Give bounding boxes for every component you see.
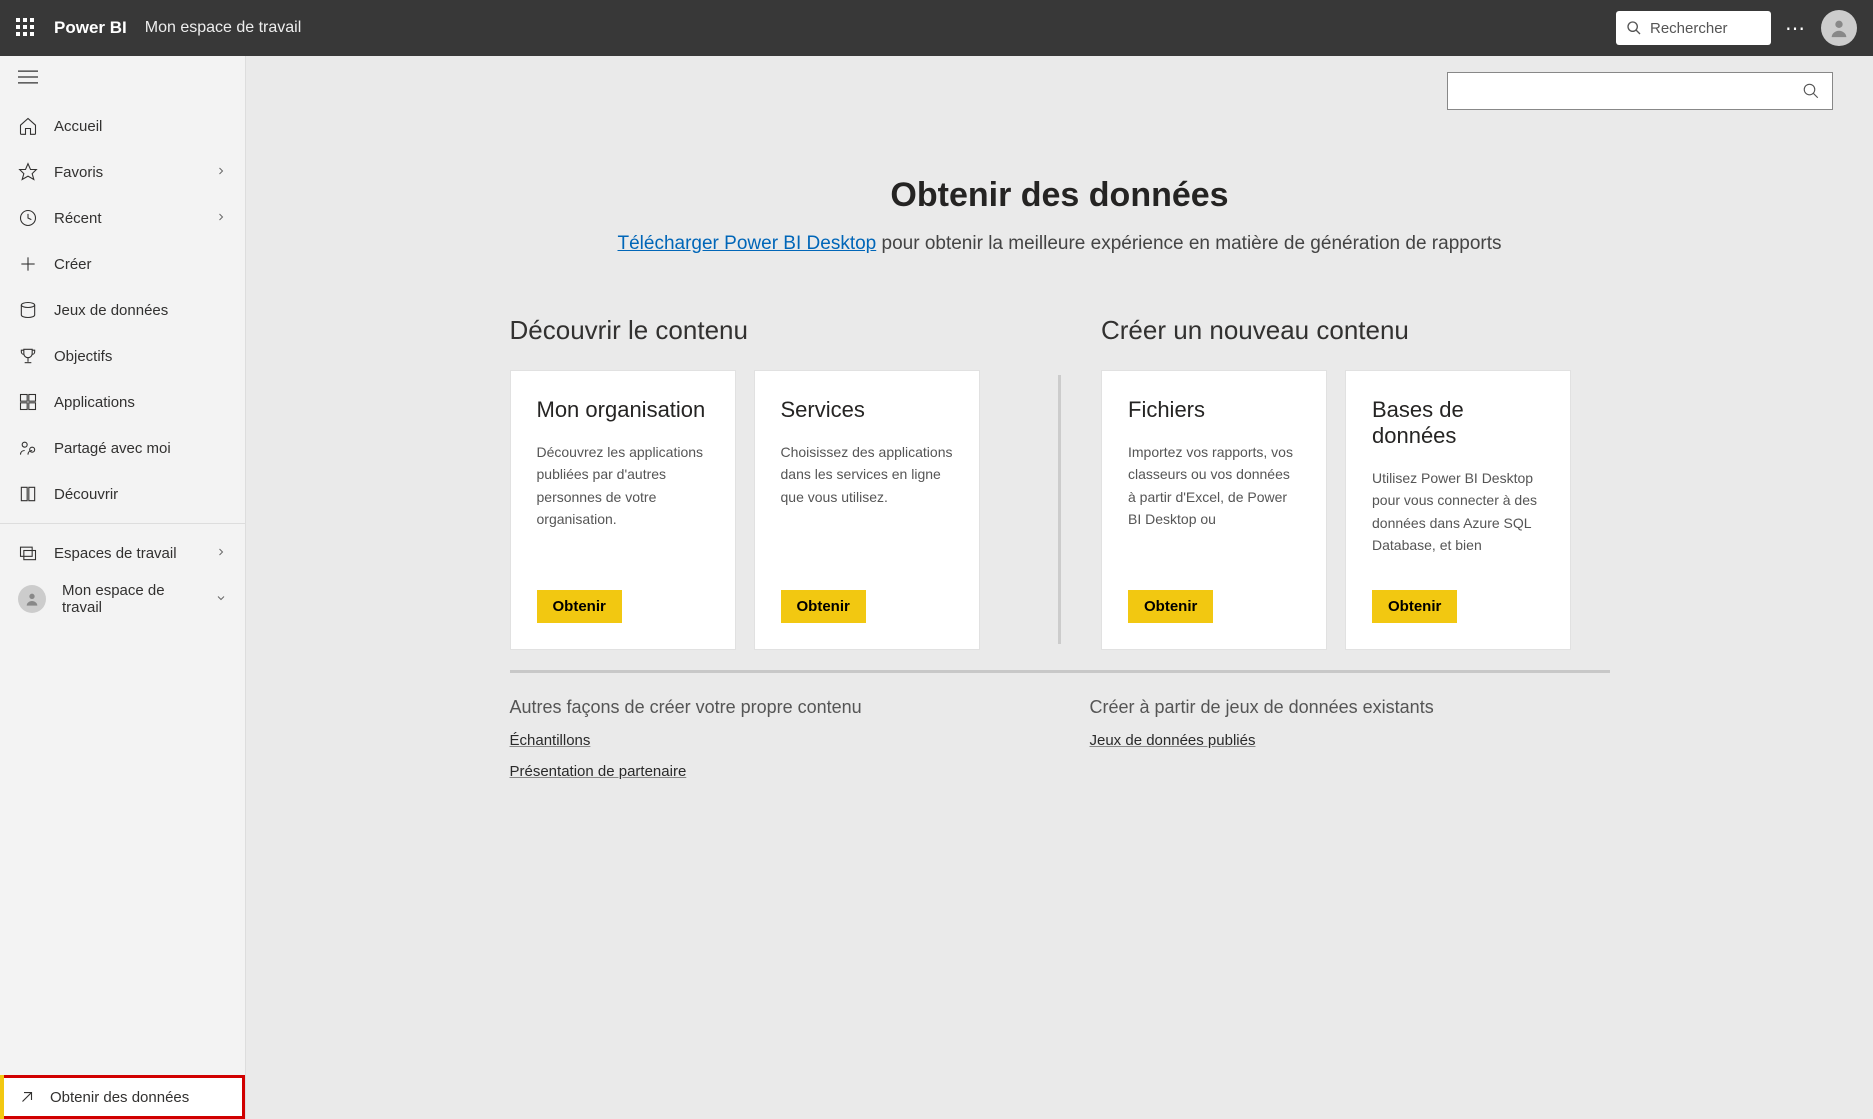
get-button[interactable]: Obtenir (1372, 590, 1457, 623)
sidebar-item-label: Obtenir des données (50, 1089, 189, 1106)
card-files: Fichiers Importez vos rapports, vos clas… (1101, 370, 1327, 650)
apps-icon (18, 392, 38, 412)
card-desc: Importez vos rapports, vos classeurs ou … (1128, 441, 1300, 570)
sidebar-item-label: Espaces de travail (54, 545, 177, 562)
section-divider (1058, 375, 1061, 644)
divider (510, 670, 1610, 673)
person-icon (1828, 17, 1850, 39)
divider (0, 523, 245, 524)
search-icon (1626, 20, 1642, 36)
arrow-up-right-icon (18, 1088, 36, 1106)
link-published-datasets[interactable]: Jeux de données publiés (1090, 732, 1610, 749)
workspace-avatar-icon (18, 585, 46, 613)
sidebar-item-label: Objectifs (54, 348, 112, 365)
chevron-down-icon (215, 591, 227, 608)
card-title: Bases de données (1372, 397, 1544, 449)
bottom-heading: Créer à partir de jeux de données exista… (1090, 697, 1610, 718)
discover-section-title: Découvrir le contenu (510, 315, 1019, 346)
create-section: Créer un nouveau contenu Fichiers Import… (1101, 315, 1610, 650)
sidebar: Accueil Favoris Récent Créer Jeux de don… (0, 56, 246, 1119)
header-left: Power BI Mon espace de travail (16, 18, 301, 38)
card-title: Fichiers (1128, 397, 1300, 423)
bottom-col-right: Créer à partir de jeux de données exista… (1090, 697, 1610, 794)
sidebar-item-label: Partagé avec moi (54, 440, 171, 457)
sidebar-item-label: Mon espace de travail (62, 582, 199, 616)
sidebar-item-label: Découvrir (54, 486, 118, 503)
trophy-icon (18, 346, 38, 366)
sidebar-item-apps[interactable]: Applications (0, 379, 245, 425)
header-search-placeholder: Rechercher (1650, 20, 1728, 37)
chevron-right-icon (215, 164, 227, 181)
book-icon (18, 484, 38, 504)
create-section-title: Créer un nouveau contenu (1101, 315, 1610, 346)
brand-label: Power BI (54, 18, 127, 38)
content-search-input[interactable] (1460, 82, 1802, 100)
sidebar-item-recent[interactable]: Récent (0, 195, 245, 241)
page-subtitle: Télécharger Power BI Desktop pour obteni… (286, 233, 1833, 255)
get-button[interactable]: Obtenir (537, 590, 622, 623)
sidebar-item-label: Créer (54, 256, 92, 273)
subtitle-text: pour obtenir la meilleure expérience en … (876, 233, 1501, 254)
home-icon (18, 116, 38, 136)
card-desc: Découvrez les applications publiées par … (537, 441, 709, 570)
workspaces-icon (18, 543, 38, 563)
sidebar-item-home[interactable]: Accueil (0, 103, 245, 149)
header-workspace-label: Mon espace de travail (145, 19, 302, 37)
sidebar-item-label: Accueil (54, 118, 102, 135)
sidebar-item-shared[interactable]: Partagé avec moi (0, 425, 245, 471)
page-title: Obtenir des données (286, 176, 1833, 215)
share-icon (18, 438, 38, 458)
sidebar-item-my-workspace[interactable]: Mon espace de travail (0, 576, 245, 622)
download-desktop-link[interactable]: Télécharger Power BI Desktop (618, 233, 877, 254)
card-title: Mon organisation (537, 397, 709, 423)
main-content: Obtenir des données Télécharger Power BI… (246, 56, 1873, 1119)
sidebar-item-label: Jeux de données (54, 302, 168, 319)
search-icon (1802, 82, 1820, 100)
card-desc: Choisissez des applications dans les ser… (781, 441, 953, 570)
discover-section: Découvrir le contenu Mon organisation Dé… (510, 315, 1019, 650)
get-button[interactable]: Obtenir (1128, 590, 1213, 623)
sidebar-item-datasets[interactable]: Jeux de données (0, 287, 245, 333)
plus-icon (18, 254, 38, 274)
user-avatar[interactable] (1821, 10, 1857, 46)
content-search[interactable] (1447, 72, 1833, 110)
card-my-organization: Mon organisation Découvrez les applicati… (510, 370, 736, 650)
sidebar-item-goals[interactable]: Objectifs (0, 333, 245, 379)
header-search[interactable]: Rechercher (1616, 11, 1771, 45)
card-desc: Utilisez Power BI Desktop pour vous conn… (1372, 467, 1544, 570)
card-databases: Bases de données Utilisez Power BI Deskt… (1345, 370, 1571, 650)
sidebar-item-label: Favoris (54, 164, 103, 181)
bottom-heading: Autres façons de créer votre propre cont… (510, 697, 1030, 718)
nav-list: Accueil Favoris Récent Créer Jeux de don… (0, 103, 245, 517)
more-menu-icon[interactable]: ⋯ (1785, 16, 1807, 41)
chevron-right-icon (215, 545, 227, 562)
top-header: Power BI Mon espace de travail Recherche… (0, 0, 1873, 56)
bottom-col-left: Autres façons de créer votre propre cont… (510, 697, 1030, 794)
card-services: Services Choisissez des applications dan… (754, 370, 980, 650)
hamburger-toggle[interactable] (0, 56, 245, 103)
sidebar-item-discover[interactable]: Découvrir (0, 471, 245, 517)
sidebar-item-create[interactable]: Créer (0, 241, 245, 287)
sidebar-item-label: Récent (54, 210, 102, 227)
cylinder-icon (18, 300, 38, 320)
clock-icon (18, 208, 38, 228)
chevron-right-icon (215, 210, 227, 227)
link-partner-showcase[interactable]: Présentation de partenaire (510, 763, 1030, 780)
link-samples[interactable]: Échantillons (510, 732, 1030, 749)
sidebar-item-workspaces[interactable]: Espaces de travail (0, 530, 245, 576)
card-title: Services (781, 397, 953, 423)
header-right: Rechercher ⋯ (1616, 10, 1857, 46)
get-button[interactable]: Obtenir (781, 590, 866, 623)
nav-list-workspaces: Espaces de travail Mon espace de travail (0, 530, 245, 622)
app-launcher-icon[interactable] (16, 18, 36, 38)
sidebar-item-get-data[interactable]: Obtenir des données (0, 1075, 245, 1119)
sidebar-item-label: Applications (54, 394, 135, 411)
star-icon (18, 162, 38, 182)
sidebar-item-favorites[interactable]: Favoris (0, 149, 245, 195)
